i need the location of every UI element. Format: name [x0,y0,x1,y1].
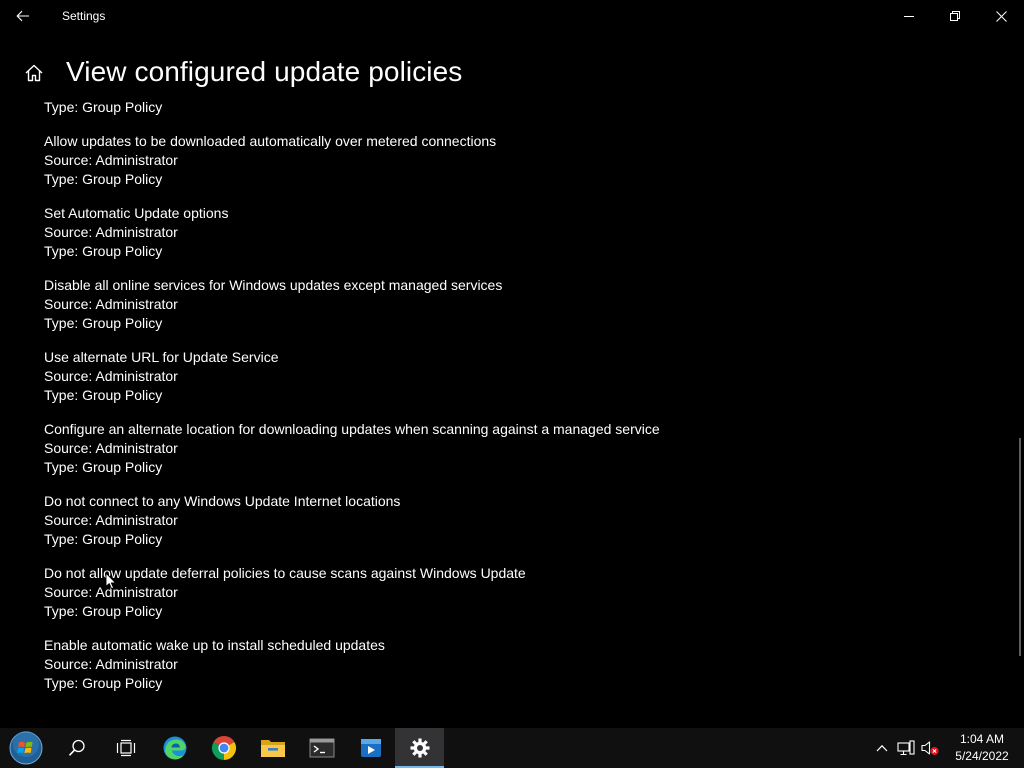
policy-source: Source: Administrator [44,368,178,384]
policy-type: Type: Group Policy [44,99,163,115]
taskbar-edge[interactable] [150,728,199,768]
policy-name: Allow updates to be downloaded automatic… [44,133,497,149]
taskbar-media-player[interactable] [346,728,395,768]
policy-name: Use alternate URL for Update Service [44,349,279,365]
chevron-up-icon [876,744,888,752]
policy-source: Source: Administrator [44,656,178,672]
page-title: View configured update policies [66,56,463,87]
policy-source: Source: Administrator [44,296,178,312]
home-icon [25,64,43,82]
policy-type: Type: Group Policy [44,675,163,691]
policy-item: Enable automatic wake up to install sche… [44,636,1004,693]
network-button[interactable] [894,728,918,768]
taskbar: 1:04 AM 5/24/2022 [0,728,1024,768]
policy-name: Do not allow update deferral policies to… [44,565,526,581]
policy-type: Type: Group Policy [44,459,163,475]
policy-item: Disable all online services for Windows … [44,276,1004,333]
policy-item: Configure an alternate location for down… [44,420,1004,477]
task-view-icon [116,739,135,757]
volume-button[interactable] [918,728,942,768]
task-view-button[interactable] [101,728,150,768]
policy-item: Allow updates to be downloaded automatic… [44,132,1004,189]
close-button[interactable] [978,0,1024,32]
policy-type: Type: Group Policy [44,171,163,187]
policy-type: Type: Group Policy [44,315,163,331]
file-explorer-icon [260,740,285,757]
minimize-button[interactable] [886,0,932,32]
show-hidden-icons-button[interactable] [870,728,894,768]
volume-muted-icon [921,741,939,755]
chrome-icon [211,735,236,760]
mouse-pointer-icon [105,572,117,590]
clock-time: 1:04 AM [959,732,1005,746]
title-bar: Settings [0,0,1024,32]
minimize-icon [904,16,914,17]
policy-item: Do not connect to any Windows Update Int… [44,492,1004,549]
taskbar-search-button[interactable] [52,728,101,768]
policy-name: Configure an alternate location for down… [44,421,660,437]
edge-icon [163,736,186,760]
app-title: Settings [62,9,106,23]
taskbar-settings[interactable] [395,728,444,768]
close-icon [995,10,1007,22]
policy-item: Set Automatic Update options Source: Adm… [44,204,1004,261]
policy-source: Source: Administrator [44,584,178,600]
taskbar-terminal[interactable] [297,728,346,768]
taskbar-file-explorer[interactable] [248,728,297,768]
media-player-icon [360,739,381,757]
policy-type: Type: Group Policy [44,243,163,259]
policy-type: Type: Group Policy [44,531,163,547]
settings-gear-icon [410,738,429,758]
taskbar-clock[interactable]: 1:04 AM 5/24/2022 [946,731,1018,765]
policy-source: Source: Administrator [44,224,178,240]
terminal-icon [309,738,334,758]
home-button[interactable] [20,58,48,88]
policy-source: Source: Administrator [44,512,178,528]
policy-name: Set Automatic Update options [44,205,229,221]
scrollbar-thumb[interactable] [1019,438,1021,656]
restore-button[interactable] [932,0,978,32]
policy-item: Do not allow update deferral policies to… [44,564,1004,621]
back-arrow-icon [16,10,29,22]
taskbar-chrome[interactable] [199,728,248,768]
back-button[interactable] [0,0,46,32]
start-orb-icon [9,731,43,765]
system-tray: 1:04 AM 5/24/2022 [870,728,1024,768]
policy-name: Do not connect to any Windows Update Int… [44,493,401,509]
policy-list: Type: Group Policy Allow updates to be d… [44,98,1004,693]
policy-type: Type: Group Policy [44,387,163,403]
policy-type: Type: Group Policy [44,603,163,619]
policy-name: Disable all online services for Windows … [44,277,503,293]
clock-date: 5/24/2022 [955,749,1009,763]
policy-source: Source: Administrator [44,440,178,456]
search-icon [68,739,85,756]
start-button[interactable] [0,728,52,768]
policy-item: Use alternate URL for Update Service Sou… [44,348,1004,405]
policy-source: Source: Administrator [44,152,178,168]
network-icon [897,740,915,756]
policy-name: Enable automatic wake up to install sche… [44,637,385,653]
restore-icon [950,11,960,21]
